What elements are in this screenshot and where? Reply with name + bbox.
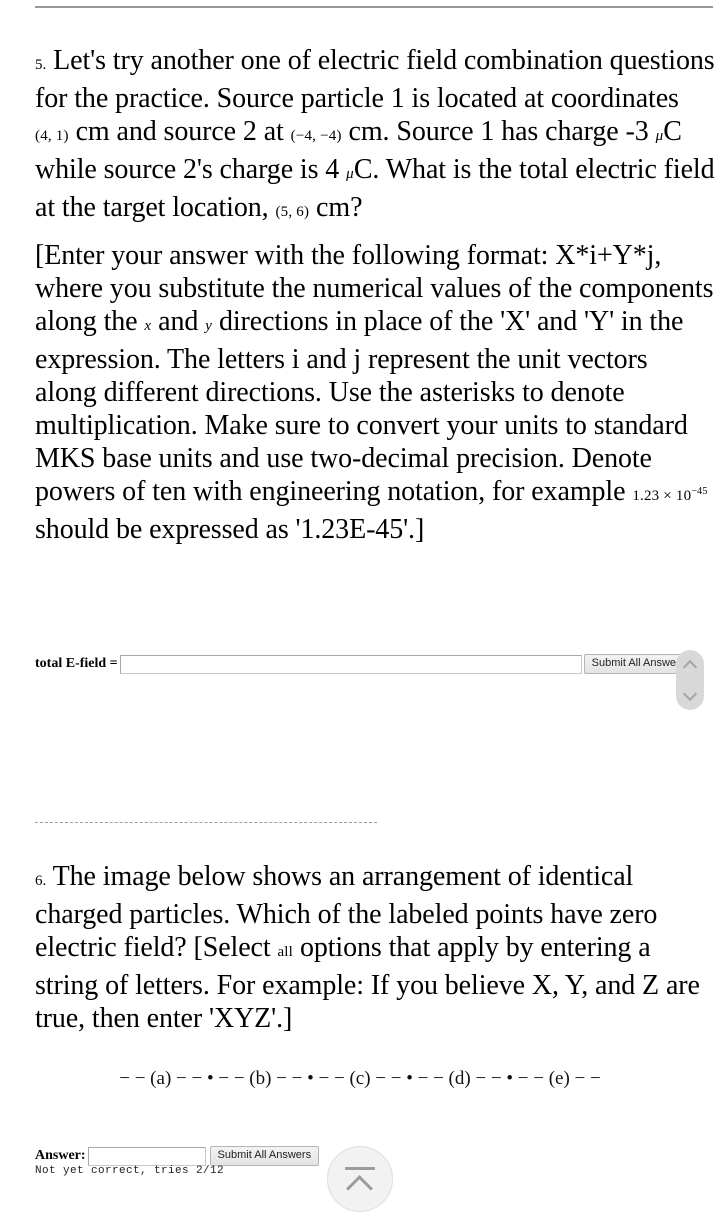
problem-5-answer-input[interactable] [119,654,582,674]
chevron-down-icon[interactable] [683,691,697,700]
charged-particle-diagram: − − (a) − − • − − (b) − − • − − (c) − − … [119,1068,601,1089]
inline-math-symbol: μ [346,166,354,182]
chevron-up-icon[interactable] [683,661,697,670]
inline-math-power: 1.23 × 10−45 [632,486,708,505]
problem-divider [35,822,377,823]
jump-to-top-icon-bar [345,1167,375,1170]
problem-6-statement: 6. The image below shows an arrangement … [35,860,715,1035]
problem-5-number: 5. [35,57,47,73]
problem-5-instructions: [Enter your answer with the following fo… [35,239,715,546]
problem-6: 6. The image below shows an arrangement … [35,860,715,1035]
problem-6-status: Not yet correct, tries 2/12 [35,1165,225,1177]
problem-6-answer-row: Answer: Submit All Answers [35,1146,320,1166]
problem-5-instructions-text: [Enter your answer with the following fo… [35,240,714,545]
inline-math-symbol: x [144,318,152,334]
problem-5: 5. Let's try another one of electric fie… [35,44,715,546]
inline-math-symbol: μ [655,128,664,144]
inline-math: (−4, −4) [290,128,342,144]
inline-math-symbol: y [205,318,213,334]
problem-5-answer-label: total E-field = [35,656,118,671]
problem-6-answer-input[interactable] [87,1146,206,1166]
problem-5-statement: 5. Let's try another one of electric fie… [35,44,715,229]
scroll-nav-widget[interactable] [676,650,704,710]
inline-math: (4, 1) [35,128,69,144]
problem-6-submit-button[interactable]: Submit All Answers [209,1146,320,1166]
problem-5-statement-text: Let's try another one of electric field … [35,45,715,223]
problem-6-number: 6. [35,873,47,889]
scroll-to-top-button[interactable] [327,1146,393,1212]
page-top-rule [35,6,713,8]
inline-math: all [277,944,294,960]
problem-6-answer-label: Answer: [35,1148,86,1163]
jump-to-top-icon [348,1173,370,1195]
problem-6-statement-text: The image below shows an arrangement of … [35,861,700,1034]
inline-math: (5, 6) [275,204,310,220]
problem-5-answer-row: total E-field = Submit All Answers [35,654,694,674]
